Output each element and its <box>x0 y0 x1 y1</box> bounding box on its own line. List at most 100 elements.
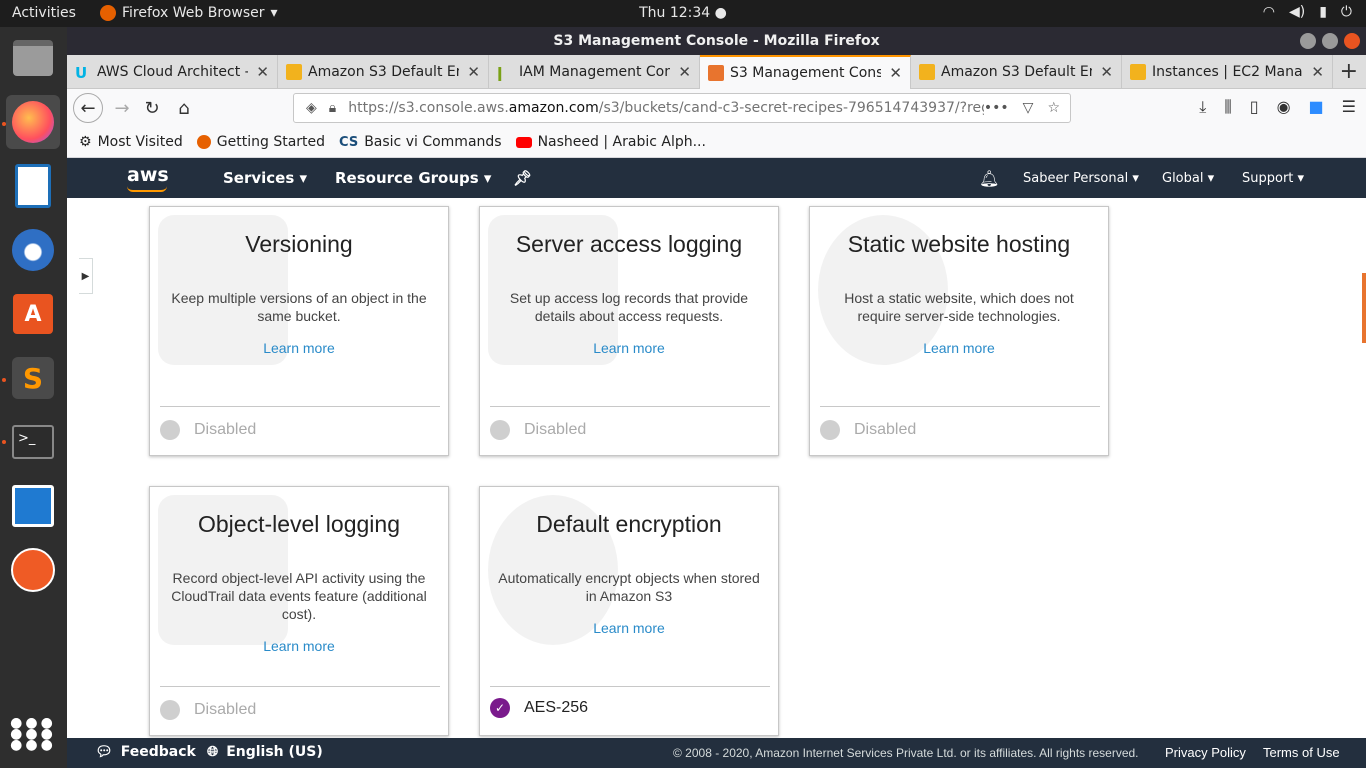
account-icon[interactable]: ◉ <box>1277 97 1291 117</box>
files-icon[interactable] <box>6 31 60 85</box>
terminal-icon[interactable]: >_ <box>6 415 60 469</box>
close-icon[interactable]: ✕ <box>1100 63 1113 81</box>
card-server-access-logging[interactable]: Server access logging Set up access log … <box>479 206 779 456</box>
sublime-text-icon[interactable]: S <box>6 351 60 405</box>
back-button[interactable]: ← <box>73 93 103 123</box>
tab-iam-management[interactable]: ǀ IAM Management Cons ✕ <box>489 55 700 89</box>
privacy-policy-link[interactable]: Privacy Policy <box>1165 745 1246 760</box>
postman-icon[interactable] <box>6 543 60 597</box>
aws-logo[interactable]: aws <box>127 164 169 192</box>
running-indicator <box>2 440 6 444</box>
close-icon[interactable]: ✕ <box>889 64 902 82</box>
hamburger-menu-icon[interactable]: ☰ <box>1342 97 1356 117</box>
language-selector[interactable]: 🌐︎ English (US) <box>207 744 323 760</box>
thunderbird-icon[interactable] <box>6 223 60 277</box>
card-title: Object-level logging <box>197 511 400 537</box>
card-title: Server access logging <box>515 231 743 257</box>
app-grid-icon[interactable]: ●●● ●●● ●●● <box>6 707 60 761</box>
forward-button[interactable]: → <box>109 95 135 121</box>
chevron-down-icon: ▾ <box>1132 171 1139 186</box>
resource-groups-menu[interactable]: Resource Groups ▾ <box>335 169 491 187</box>
cs-icon: CS <box>339 134 359 150</box>
zoom-extension-icon[interactable]: ■ <box>1309 97 1324 117</box>
terms-of-use-link[interactable]: Terms of Use <box>1263 745 1340 760</box>
close-window-button[interactable] <box>1344 33 1360 49</box>
page-actions-icon[interactable]: ••• <box>984 100 1009 116</box>
tab-ec2-instances[interactable]: Instances | EC2 Manag ✕ <box>1122 55 1333 89</box>
bookmark-getting-started[interactable]: Getting Started <box>196 134 325 150</box>
s3-icon <box>708 65 724 81</box>
system-tray[interactable]: ◠ ◀) ▮ ⏻ <box>1263 4 1352 20</box>
copyright-text: © 2008 - 2020, Amazon Internet Services … <box>673 746 1139 760</box>
card-description: Automatically encrypt objects when store… <box>498 570 760 604</box>
learn-more-link[interactable]: Learn more <box>480 340 778 356</box>
bell-icon[interactable]: 🔔︎ <box>979 169 999 188</box>
sidebar-icon[interactable]: ▯ <box>1250 97 1259 117</box>
iam-icon: ǀ <box>497 64 503 82</box>
gnome-top-bar: Activities Firefox Web Browser ▾ Thu 12:… <box>0 0 1366 27</box>
learn-more-link[interactable]: Learn more <box>480 620 778 636</box>
region-menu[interactable]: Global ▾ <box>1162 171 1214 186</box>
library-icon[interactable]: ⫼ <box>1224 97 1231 117</box>
tab-s3-management-console[interactable]: S3 Management Conso ✕ <box>700 55 911 89</box>
learn-more-link[interactable]: Learn more <box>150 638 448 654</box>
card-static-website-hosting[interactable]: Static website hosting Host a static web… <box>809 206 1109 456</box>
card-versioning[interactable]: Versioning Keep multiple versions of an … <box>149 206 449 456</box>
reload-button[interactable]: ↻ <box>139 95 165 121</box>
divider <box>490 406 770 407</box>
close-icon[interactable]: ✕ <box>467 63 480 81</box>
lock-icon[interactable]: 🔒︎ <box>329 100 336 116</box>
card-description: Set up access log records that provide d… <box>509 290 749 324</box>
aws-box-icon <box>919 64 935 80</box>
services-menu[interactable]: Services ▾ <box>223 169 307 187</box>
sidebar-toggle[interactable]: ▶ <box>79 258 93 294</box>
home-button[interactable]: ⌂ <box>171 95 197 121</box>
tab-amazon-s3-default-enc-2[interactable]: Amazon S3 Default Enc ✕ <box>911 55 1122 89</box>
minimize-button[interactable] <box>1300 33 1316 49</box>
learn-more-link[interactable]: Learn more <box>810 340 1108 356</box>
aws-console-navbar: aws Services ▾ Resource Groups ▾ 📌︎ 🔔︎ S… <box>67 158 1366 198</box>
bookmark-most-visited[interactable]: ⚙ Most Visited <box>79 134 183 150</box>
url-bar[interactable]: ◈ 🔒︎ https://s3.console.aws.amazon.com/s… <box>293 93 1071 123</box>
radio-icon <box>490 420 510 440</box>
close-icon[interactable]: ✕ <box>678 63 691 81</box>
maximize-button[interactable] <box>1322 33 1338 49</box>
software-center-icon[interactable]: A <box>6 287 60 341</box>
window-title: S3 Management Console - Mozilla Firefox <box>553 33 880 49</box>
firefox-icon[interactable] <box>6 95 60 149</box>
bookmarks-toolbar: ⚙ Most Visited Getting Started CS Basic … <box>67 127 1366 158</box>
close-icon[interactable]: ✕ <box>1311 63 1324 81</box>
close-icon[interactable]: ✕ <box>256 63 269 81</box>
card-title: Versioning <box>245 231 353 257</box>
clock[interactable]: Thu 12:34 ● <box>0 5 1366 21</box>
system-monitor-icon[interactable] <box>6 479 60 533</box>
account-menu[interactable]: Sabeer Personal ▾ <box>1023 171 1139 186</box>
feedback-button[interactable]: 💬︎ Feedback <box>95 744 196 760</box>
bookmark-nasheed[interactable]: Nasheed | Arabic Alph... <box>515 134 706 150</box>
new-tab-button[interactable]: + <box>1340 59 1358 84</box>
support-menu[interactable]: Support ▾ <box>1242 171 1304 186</box>
bookmark-basic-vi-commands[interactable]: CS Basic vi Commands <box>339 134 502 150</box>
wifi-icon: ◠ <box>1262 4 1275 20</box>
aws-box-icon <box>1130 64 1146 80</box>
url-text[interactable]: https://s3.console.aws.amazon.com/s3/buc… <box>348 100 984 116</box>
radio-icon <box>160 420 180 440</box>
card-default-encryption[interactable]: Default encryption Automatically encrypt… <box>479 486 779 736</box>
card-object-level-logging[interactable]: Object-level logging Record object-level… <box>149 486 449 736</box>
bucket-properties-panel: ▶ Versioning Keep multiple versions of a… <box>67 198 1366 738</box>
bookmark-star-icon[interactable]: ☆ <box>1047 100 1060 116</box>
pocket-icon[interactable]: ▽ <box>1023 100 1034 116</box>
learn-more-link[interactable]: Learn more <box>150 340 448 356</box>
status: Disabled <box>160 700 256 720</box>
tab-aws-cloud-architect[interactable]: U AWS Cloud Architect - ✕ <box>67 55 278 89</box>
divider <box>160 686 440 687</box>
volume-icon: ◀) <box>1288 4 1306 20</box>
shield-icon[interactable]: ◈ <box>306 100 317 116</box>
writer-icon[interactable] <box>6 159 60 213</box>
scrollbar[interactable] <box>1362 273 1366 343</box>
pin-icon[interactable]: 📌︎ <box>513 169 532 187</box>
tab-amazon-s3-default-enc[interactable]: Amazon S3 Default Enc ✕ <box>278 55 489 89</box>
card-title: Default encryption <box>536 511 722 537</box>
aws-box-icon <box>286 64 302 80</box>
downloads-icon[interactable]: ⤓ <box>1199 97 1206 117</box>
